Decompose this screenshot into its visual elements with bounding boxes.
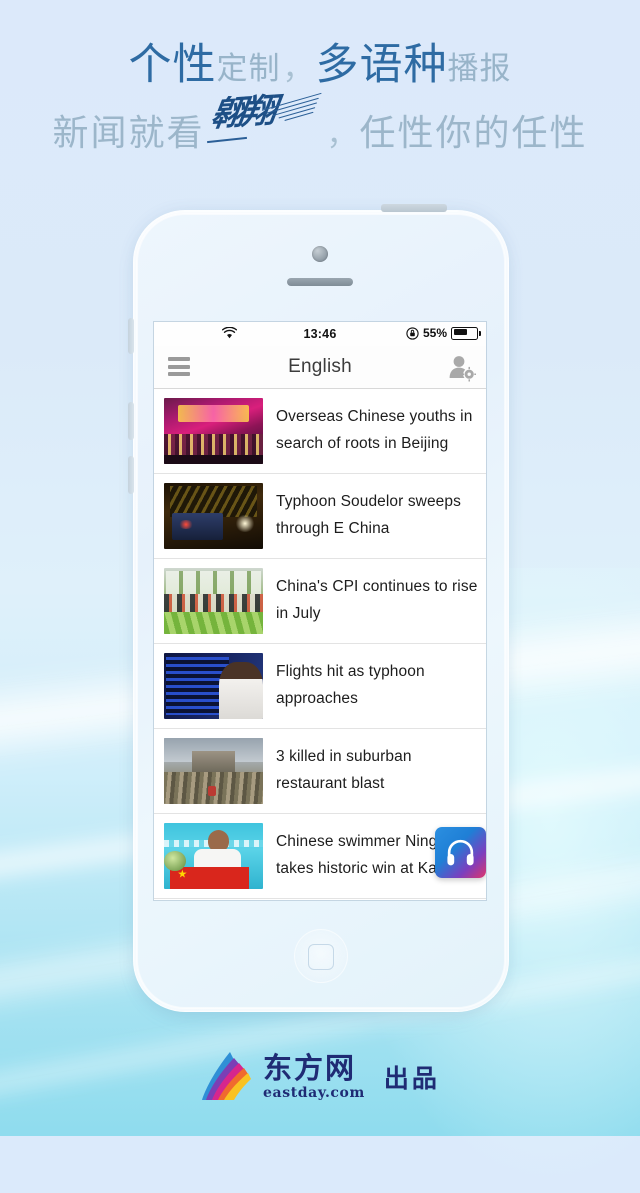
phone-mockup: 13:46 55% English Overseas Chinese youth… xyxy=(128,204,509,1015)
promo-text-segment: 播报 xyxy=(447,51,512,86)
news-thumbnail-market xyxy=(164,568,263,634)
eastday-logo-mark xyxy=(202,1052,252,1100)
mute-switch[interactable] xyxy=(128,318,134,354)
news-item-title: China's CPI continues to rise in July xyxy=(276,578,478,622)
page-title: English xyxy=(288,356,352,377)
news-list-item[interactable]: Typhoon Soudelor sweeps through E China xyxy=(154,474,486,559)
promo-headline: 个性 定制 ， 多语种 播报 新闻就看 翱翔 ， 任性你的任性 xyxy=(0,44,640,151)
volume-down-button[interactable] xyxy=(128,456,134,494)
footer-branding: 东方网 eastday.com 出品 xyxy=(0,1050,640,1104)
promo-text-suffix: 任性你的任性 xyxy=(359,112,588,153)
volume-up-button[interactable] xyxy=(128,402,134,440)
news-thumbnail-blast xyxy=(164,738,263,804)
promo-text-segment: 个性 xyxy=(128,41,217,89)
news-item-title: Overseas Chinese youths in search of roo… xyxy=(276,408,473,452)
news-item-title: Typhoon Soudelor sweeps through E China xyxy=(276,493,461,537)
news-item-title: 3 killed in suburban restaurant blast xyxy=(276,748,412,792)
promo-text-segment: 多语种 xyxy=(315,41,448,89)
brand-mark-underline xyxy=(206,137,247,144)
earpiece-speaker xyxy=(287,278,353,286)
promo-headline-line-1: 个性 定制 ， 多语种 播报 xyxy=(0,44,640,87)
news-list-item[interactable]: China's CPI continues to rise in July xyxy=(154,559,486,644)
battery-fill xyxy=(453,329,467,335)
news-list-item[interactable]: Flights hit as typhoon approaches xyxy=(154,644,486,729)
front-camera xyxy=(312,246,328,262)
news-list-item[interactable]: Overseas Chinese youths in search of roo… xyxy=(154,389,486,474)
logo-domain: eastday.com xyxy=(263,1085,365,1101)
news-item-title: Flights hit as typhoon approaches xyxy=(276,663,425,707)
eastday-logo-text: 东方网 eastday.com xyxy=(263,1051,365,1101)
promo-text-comma: ， xyxy=(282,51,314,86)
logo-suffix-label: 出品 xyxy=(383,1064,440,1093)
app-nav-bar: English xyxy=(154,346,486,389)
news-thumbnail-flight-board xyxy=(164,653,263,719)
news-thumbnail-typhoon xyxy=(164,483,263,549)
promo-text-segment: 定制 xyxy=(216,51,281,86)
promo-text-comma: ， xyxy=(326,117,358,152)
audio-playback-button[interactable] xyxy=(435,827,486,878)
profile-settings-icon[interactable] xyxy=(446,353,476,382)
battery-percent-label: 55% xyxy=(422,326,447,340)
power-button[interactable] xyxy=(381,204,447,212)
news-list[interactable]: Overseas Chinese youths in search of roo… xyxy=(154,389,486,900)
aoxiang-brand-mark: 翱翔 xyxy=(206,92,322,145)
news-list-item[interactable]: 3 killed in suburban restaurant blast xyxy=(154,729,486,814)
headphones-icon xyxy=(447,839,474,866)
phone-screen: 13:46 55% English Overseas Chinese youth… xyxy=(154,322,486,900)
promo-headline-line-2: 新闻就看 翱翔 ， 任性你的任性 xyxy=(0,92,640,153)
news-thumbnail-stage-event xyxy=(164,398,263,464)
status-bar: 13:46 55% xyxy=(154,322,486,346)
news-thumbnail-swimmer xyxy=(164,823,263,889)
logo-chinese-name: 东方网 xyxy=(263,1051,357,1085)
status-bar-right-group: 55% xyxy=(406,326,481,340)
battery-icon xyxy=(451,326,481,340)
promo-text-prefix: 新闻就看 xyxy=(52,112,205,153)
home-button-square-icon xyxy=(308,944,334,970)
rotation-lock-icon xyxy=(406,326,419,340)
